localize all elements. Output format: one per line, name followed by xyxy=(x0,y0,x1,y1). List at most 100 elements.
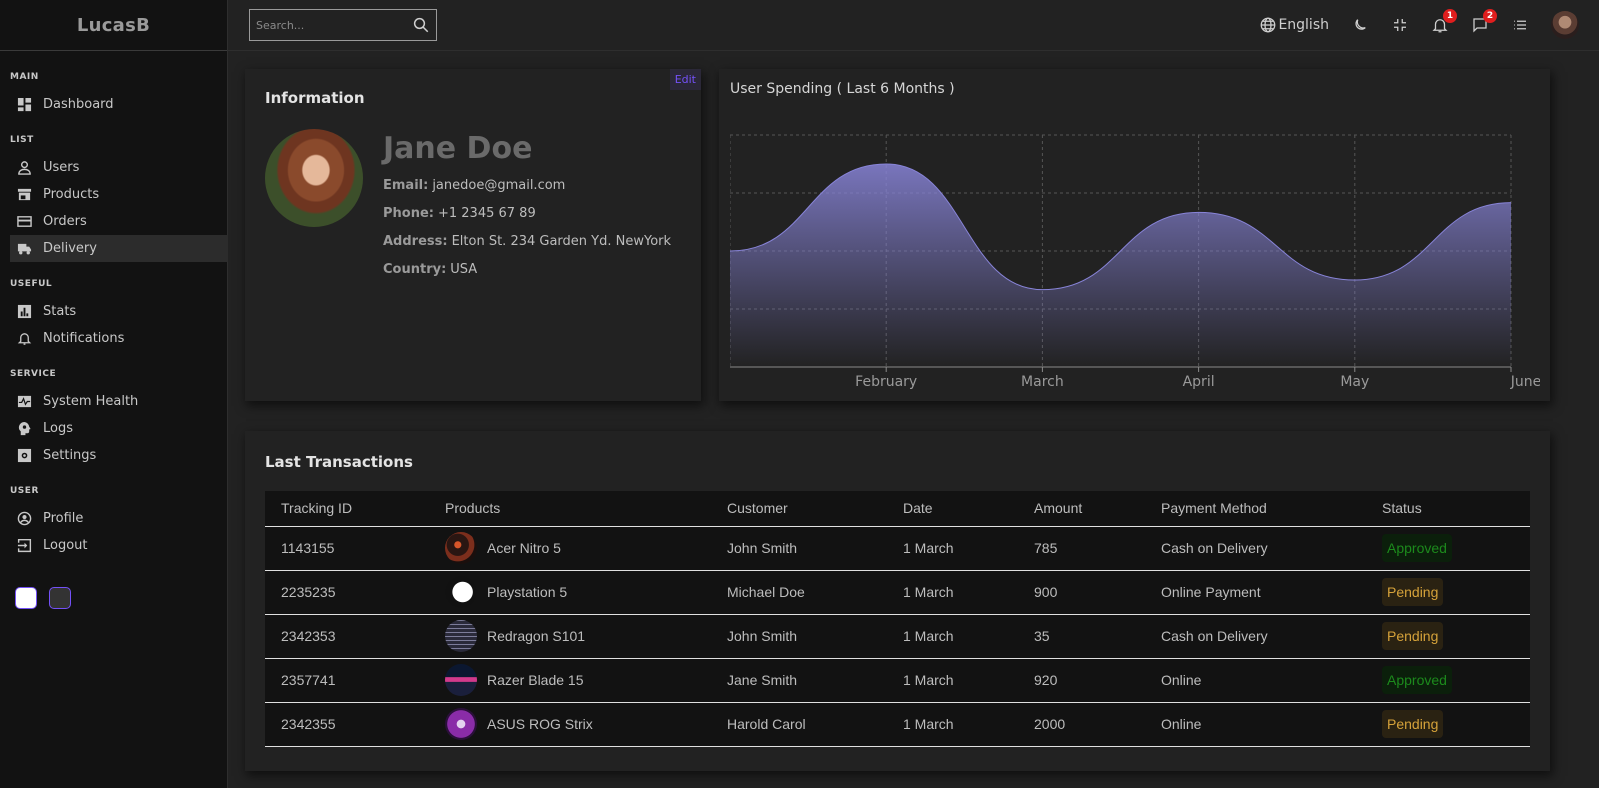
information-card: Edit Information Jane Doe Email: janedoe@… xyxy=(245,69,701,401)
data-point-april[interactable] xyxy=(1196,209,1202,215)
data-point-june[interactable] xyxy=(1508,200,1514,206)
product-cell: Razer Blade 15 xyxy=(429,658,711,703)
sidebar-item-products[interactable]: Products xyxy=(10,181,228,208)
email-row: Email: janedoe@gmail.com xyxy=(383,178,671,193)
customer-cell: John Smith xyxy=(711,614,887,659)
customer-cell: John Smith xyxy=(711,526,887,571)
sidebar-item-label: Notifications xyxy=(43,331,125,346)
sidebar-item-system-health[interactable]: System Health xyxy=(10,388,228,415)
dark-mode-toggle[interactable] xyxy=(1351,16,1369,34)
sidebar-menu: MAIN Dashboard LIST Users Products Orders Deli… xyxy=(0,51,228,569)
fullscreen-exit-button[interactable] xyxy=(1391,16,1409,34)
content: Edit Information Jane Doe Email: janedoe@… xyxy=(228,51,1599,771)
x-tick-label: March xyxy=(1021,374,1064,390)
language-selector[interactable]: English xyxy=(1259,16,1329,34)
sidebar-item-logout[interactable]: Logout xyxy=(10,532,228,559)
amount-cell: 2000 xyxy=(1018,702,1145,747)
status-cell: Approved xyxy=(1366,526,1530,571)
product-cell: Acer Nitro 5 xyxy=(429,526,711,571)
customer-cell: Michael Doe xyxy=(711,570,887,615)
status-cell: Pending xyxy=(1366,570,1530,615)
table-row[interactable]: 1143155 Acer Nitro 5 John Smith 1 March 785 C… xyxy=(265,526,1530,571)
sidebar: LucasB MAIN Dashboard LIST Users Products Ord… xyxy=(0,0,228,788)
spending-area xyxy=(730,164,1511,367)
data-point-february[interactable] xyxy=(883,161,889,167)
sidebar-item-label: Users xyxy=(43,160,80,175)
logo[interactable]: LucasB xyxy=(77,15,150,36)
sidebar-item-logs[interactable]: Logs xyxy=(10,415,228,442)
light-theme-option[interactable] xyxy=(15,587,37,609)
sidebar-item-label: Profile xyxy=(43,511,84,526)
product-cell: Redragon S101 xyxy=(429,614,711,659)
sidebar-item-settings[interactable]: Settings xyxy=(10,442,228,469)
search-icon[interactable] xyxy=(412,16,430,34)
table-row[interactable]: 2342355 ASUS ROG Strix Harold Carol 1 March… xyxy=(265,702,1530,747)
sidebar-item-label: Settings xyxy=(43,448,97,463)
tracking-id-cell: 2342353 xyxy=(265,614,429,659)
sidebar-item-stats[interactable]: Stats xyxy=(10,298,228,325)
sidebar-item-label: Stats xyxy=(43,304,77,319)
sidebar-item-profile[interactable]: Profile xyxy=(10,505,228,532)
sidebar-item-users[interactable]: Users xyxy=(10,154,228,181)
sidebar-item-label: System Health xyxy=(43,394,139,409)
table-row[interactable]: 2357741 Razer Blade 15 Jane Smith 1 March 92… xyxy=(265,658,1530,703)
tracking-id-cell: 2235235 xyxy=(265,570,429,615)
column-header-amount: Amount xyxy=(1018,491,1145,527)
notifications-button[interactable]: 1 xyxy=(1431,9,1457,34)
edit-button[interactable]: Edit xyxy=(669,69,701,90)
address-row: Address: Elton St. 234 Garden Yd. NewYork xyxy=(383,234,671,249)
status-badge: Approved xyxy=(1382,666,1452,694)
transactions-title: Last Transactions xyxy=(265,453,413,471)
list-button[interactable] xyxy=(1511,16,1529,34)
country-key: Country: xyxy=(383,262,447,277)
sidebar-item-label: Dashboard xyxy=(43,97,114,112)
column-header-status: Status xyxy=(1366,491,1530,527)
amount-cell: 920 xyxy=(1018,658,1145,703)
date-cell: 1 March xyxy=(887,570,1018,615)
logo-area: LucasB xyxy=(0,0,227,51)
user-avatar-button[interactable] xyxy=(1551,11,1579,39)
date-cell: 1 March xyxy=(887,614,1018,659)
table-row[interactable]: 2235235 Playstation 5 Michael Doe 1 March 90… xyxy=(265,570,1530,615)
search-input[interactable] xyxy=(256,18,412,32)
column-header-tracking-id: Tracking ID xyxy=(265,491,429,527)
address-value: Elton St. 234 Garden Yd. NewYork xyxy=(451,234,672,249)
fullscreen-exit-icon xyxy=(1394,19,1406,31)
store-icon xyxy=(16,187,32,203)
bell-icon xyxy=(16,331,32,347)
data-point-may[interactable] xyxy=(1352,277,1358,283)
address-key: Address: xyxy=(383,234,448,249)
sidebar-item-orders[interactable]: Orders xyxy=(10,208,228,235)
bar-chart-icon xyxy=(16,304,32,320)
section-title-useful: USEFUL xyxy=(10,279,53,289)
sidebar-item-dashboard[interactable]: Dashboard xyxy=(10,91,228,118)
language-label: English xyxy=(1278,17,1329,33)
sidebar-item-notifications[interactable]: Notifications xyxy=(10,325,228,352)
theme-options xyxy=(0,587,227,609)
sidebar-item-label: Delivery xyxy=(43,241,97,256)
status-cell: Approved xyxy=(1366,658,1530,703)
messages-button[interactable]: 2 xyxy=(1471,9,1497,34)
nav-items: English 1 2 xyxy=(1237,9,1579,39)
product-thumbnail xyxy=(445,532,477,564)
tracking-id-cell: 2342355 xyxy=(265,702,429,747)
status-badge: Pending xyxy=(1382,710,1444,738)
product-name: Acer Nitro 5 xyxy=(487,540,561,556)
tracking-id-cell: 2357741 xyxy=(265,658,429,703)
status-cell: Pending xyxy=(1366,614,1530,659)
health-icon xyxy=(16,394,32,410)
sidebar-item-delivery[interactable]: Delivery xyxy=(10,235,228,262)
x-tick-label: June xyxy=(1510,374,1540,390)
dark-theme-option[interactable] xyxy=(49,587,71,609)
data-point-march[interactable] xyxy=(1039,287,1045,293)
chart-title: User Spending ( Last 6 Months ) xyxy=(730,81,955,97)
payment-method-cell: Online xyxy=(1145,702,1366,747)
spending-chart: February March April May June xyxy=(730,134,1540,390)
product-thumbnail xyxy=(445,576,477,608)
phone-value: +1 2345 67 89 xyxy=(437,206,536,221)
logout-icon xyxy=(16,538,32,554)
customer-cell: Jane Smith xyxy=(711,658,887,703)
user-info: Jane Doe Email: janedoe@gmail.com Phone: +… xyxy=(265,129,681,290)
sidebar-item-label: Logs xyxy=(43,421,73,436)
table-row[interactable]: 2342353 Redragon S101 John Smith 1 March 35 C… xyxy=(265,614,1530,659)
